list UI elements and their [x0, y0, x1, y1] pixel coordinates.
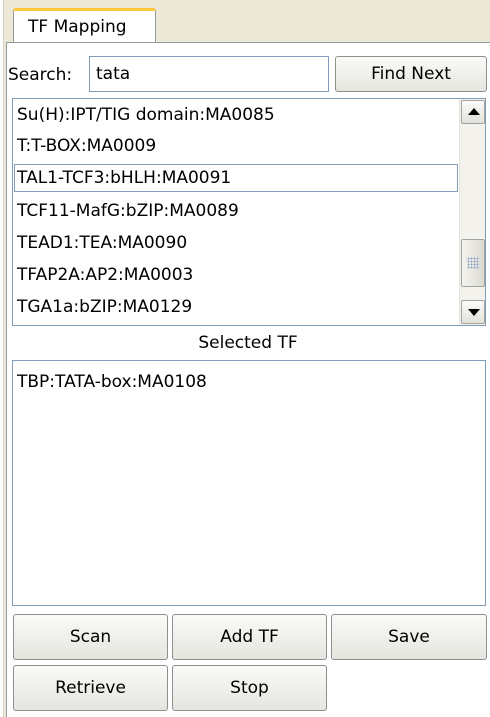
save-button[interactable]: Save: [331, 614, 487, 660]
window-left-edge: [0, 0, 4, 717]
tf-list-item[interactable]: TEAD1:TEA:MA0090: [13, 228, 459, 258]
stop-button[interactable]: Stop: [172, 665, 327, 711]
search-label: Search:: [8, 65, 73, 85]
tf-list[interactable]: Su(H):IPT/TIG domain:MA0085 T:T-BOX:MA00…: [12, 98, 486, 326]
arrow-down-icon: [468, 309, 480, 316]
add-tf-button[interactable]: Add TF: [172, 614, 327, 660]
arrow-up-icon: [468, 108, 480, 115]
tf-list-item[interactable]: TFAP2A:AP2:MA0003: [13, 260, 459, 290]
tf-list-item-focused[interactable]: TAL1-TCF3:bHLH:MA0091: [13, 163, 459, 193]
selected-tf-header: Selected TF: [198, 333, 298, 353]
tf-list-item[interactable]: Su(H):IPT/TIG domain:MA0085: [13, 100, 459, 130]
tf-list-scrollbar[interactable]: [459, 99, 485, 325]
tab-tf-mapping[interactable]: TF Mapping: [13, 8, 156, 42]
tf-list-item[interactable]: T:T-BOX:MA0009: [13, 131, 459, 161]
tab-label: TF Mapping: [28, 17, 127, 37]
find-next-button[interactable]: Find Next: [335, 56, 487, 92]
selected-tf-list[interactable]: TBP:TATA-box:MA0108: [12, 360, 486, 606]
tf-list-item[interactable]: TGA1a:bZIP:MA0129: [13, 292, 459, 322]
selected-tf-item[interactable]: TBP:TATA-box:MA0108: [17, 372, 207, 392]
grip-icon: [467, 257, 479, 269]
scroll-down-button[interactable]: [461, 300, 485, 324]
tf-list-item[interactable]: TCF11-MafG:bZIP:MA0089: [13, 196, 459, 226]
scan-button[interactable]: Scan: [13, 614, 168, 660]
search-input[interactable]: [89, 56, 329, 92]
scroll-up-button[interactable]: [461, 100, 485, 124]
retrieve-button[interactable]: Retrieve: [13, 665, 168, 711]
scroll-thumb[interactable]: [461, 239, 485, 287]
